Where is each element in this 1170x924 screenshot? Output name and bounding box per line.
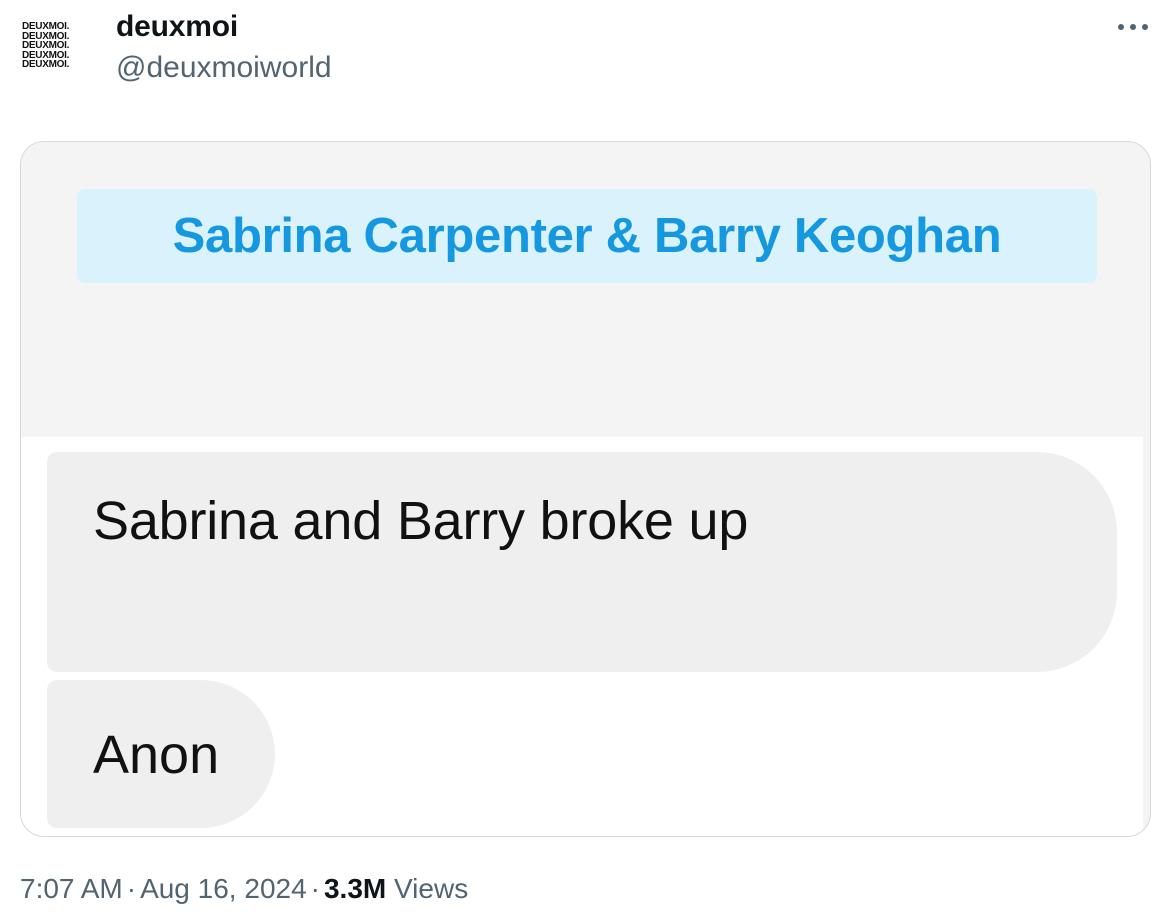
- message-area: Sabrina and Barry broke up Anon: [21, 437, 1143, 836]
- tweet-time[interactable]: 7:07 AM: [20, 873, 123, 904]
- message-bubble: Sabrina and Barry broke up: [47, 452, 1117, 672]
- views-count: 3.3M: [323, 873, 387, 904]
- sender-text: Anon: [93, 725, 220, 785]
- views-label: Views: [394, 873, 469, 904]
- more-options-button[interactable]: [1112, 12, 1154, 42]
- display-name[interactable]: deuxmoi: [116, 10, 238, 44]
- tweet-header: DEUXMOI. DEUXMOI. DEUXMOI. DEUXMOI. DEUX…: [0, 0, 1170, 110]
- sender-bubble: Anon: [47, 680, 275, 828]
- separator-dot: ·: [310, 873, 320, 904]
- tweet-date[interactable]: Aug 16, 2024: [140, 873, 307, 904]
- media-title-banner: Sabrina Carpenter & Barry Keoghan: [77, 189, 1097, 283]
- separator-dot: ·: [126, 873, 137, 904]
- user-handle[interactable]: @deuxmoiworld: [116, 51, 332, 85]
- avatar-text-line: DEUXMOI.: [22, 59, 70, 71]
- avatar[interactable]: DEUXMOI. DEUXMOI. DEUXMOI. DEUXMOI. DEUX…: [22, 14, 92, 78]
- message-text: Sabrina and Barry broke up: [93, 491, 749, 551]
- tweet-media-image[interactable]: Sabrina Carpenter & Barry Keoghan Sabrin…: [20, 141, 1151, 837]
- media-title: Sabrina Carpenter & Barry Keoghan: [172, 209, 1002, 263]
- tweet-metadata: 7:07 AM · Aug 16, 2024 · 3.3M Views: [20, 873, 468, 905]
- media-header-area: Sabrina Carpenter & Barry Keoghan: [21, 142, 1150, 437]
- more-horizontal-icon: [1118, 24, 1148, 30]
